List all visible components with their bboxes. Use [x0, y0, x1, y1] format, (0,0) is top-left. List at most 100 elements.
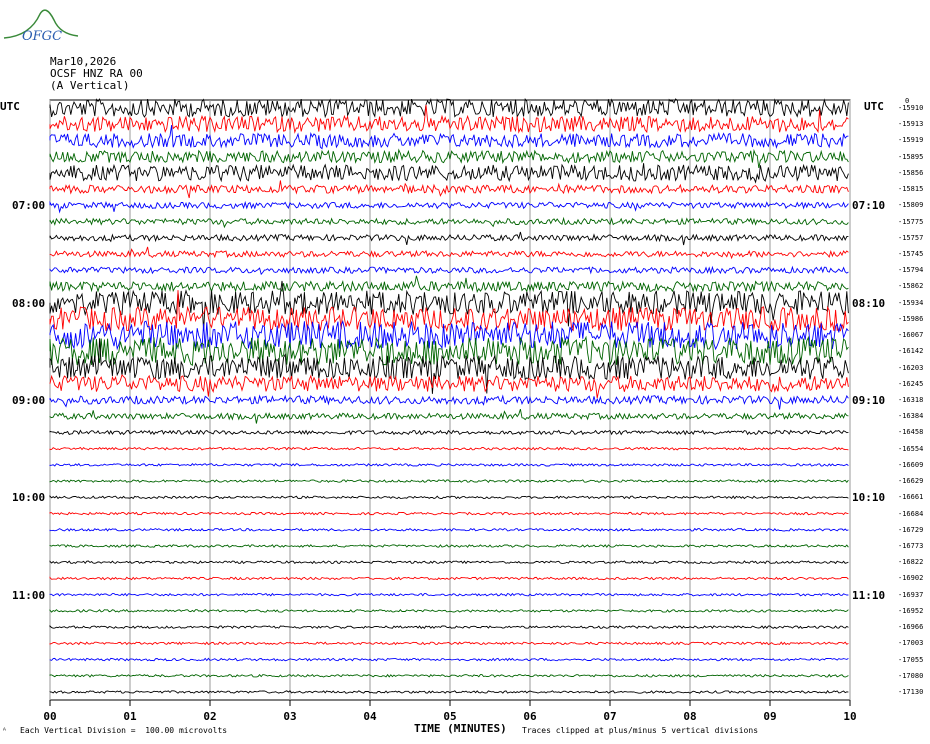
x-tick-label: 10: [843, 710, 857, 723]
seismic-trace: [49, 104, 849, 134]
seismic-trace: [49, 690, 849, 694]
trace-offset-label: -15815: [898, 185, 924, 194]
seismic-trace: [49, 462, 849, 467]
seismic-trace: [49, 394, 849, 410]
seismic-trace: [49, 673, 849, 678]
seismic-trace: [49, 592, 849, 597]
seismic-trace: [49, 446, 849, 451]
trace-offset-label: -17080: [898, 671, 924, 680]
trace-offset-label: -15913: [898, 120, 924, 129]
seismic-trace: [49, 657, 849, 662]
seismic-trace: [49, 320, 849, 351]
x-tick-label: 00: [43, 710, 57, 723]
seismic-trace: [49, 511, 849, 516]
trace-offset-label: -16067: [898, 331, 924, 340]
trace-offset-label: -16902: [898, 574, 924, 583]
x-tick-label: 04: [363, 710, 377, 723]
right-hour-label: 07:10: [852, 199, 886, 213]
left-hour-label: 09:00: [12, 394, 46, 407]
x-tick-label: 08: [683, 710, 697, 723]
seismic-trace: [49, 246, 849, 260]
seismic-trace: [49, 641, 849, 646]
plot-header: Mar10,2026 OCSF HNZ RA 00 (A Vertical): [50, 56, 143, 92]
seismic-trace: [49, 479, 849, 484]
x-tick-label: 03: [283, 710, 297, 723]
trace-offset-label: -17003: [898, 639, 924, 648]
ofgc-logo-icon: OFGC: [3, 9, 79, 44]
seismic-trace: [49, 265, 849, 276]
trace-offset-label: -15775: [898, 217, 924, 226]
trace-offset-label: -15895: [898, 152, 924, 161]
trace-offset-label: -15934: [898, 298, 924, 307]
trace-offset-label: -16554: [898, 444, 924, 453]
trace-offset-label: -15919: [898, 136, 924, 145]
logo-text: OFGC: [22, 29, 62, 44]
helicorder-plot: [49, 97, 851, 706]
trace-offset-label: -16952: [898, 606, 924, 615]
component-label: (A Vertical): [50, 79, 130, 92]
seismic-trace: [49, 163, 849, 184]
left-hour-label: 11:00: [12, 588, 46, 602]
trace-offset-label: -16937: [898, 590, 924, 599]
trace-offset-label: -16661: [898, 493, 924, 502]
trace-offset-label: -16609: [898, 460, 924, 469]
trace-offset-label: -15856: [898, 168, 924, 177]
trace-offset-label: -16629: [898, 477, 924, 486]
trace-offset-label: -16384: [898, 412, 924, 421]
left-hour-label: 08:00: [12, 296, 46, 310]
seismic-trace: [49, 408, 849, 424]
seismic-trace: [49, 180, 849, 199]
trace-offset-label: -16729: [898, 525, 924, 534]
trace-offset-label: -16203: [898, 363, 924, 372]
trace-offset-label: -15809: [898, 201, 924, 210]
trace-offset-label: -16966: [898, 623, 924, 632]
x-axis-title: TIME (MINUTES): [414, 722, 507, 735]
trace-offset-label: -16822: [898, 558, 924, 567]
trace-offset-label: -15862: [898, 282, 924, 291]
scale-note: Each Vertical Division = 100.00 microvol…: [20, 726, 228, 735]
x-tick-label: 02: [203, 710, 217, 723]
trace-offset-label: -15794: [898, 266, 924, 275]
seismic-trace: [49, 576, 849, 581]
clip-note: Traces clipped at plus/minus 5 vertical …: [522, 726, 759, 735]
seismic-trace: [49, 97, 849, 119]
utc-right-label: UTC: [864, 100, 884, 113]
seismic-trace: [49, 609, 849, 613]
trace-offset-label: -16142: [898, 347, 924, 356]
seismic-trace: [49, 560, 849, 565]
seismic-trace: [49, 275, 849, 293]
x-tick-label: 06: [523, 710, 537, 723]
seismic-trace: [49, 216, 849, 229]
right-hour-label: 08:10: [852, 296, 886, 310]
trace-offset-label: -15757: [898, 233, 924, 242]
trace-offset-label: -16318: [898, 396, 924, 404]
seismic-trace: [49, 429, 849, 436]
trace-offset-label: -16773: [898, 542, 924, 550]
trace-offset-label: -15986: [898, 314, 924, 323]
seismic-trace: [49, 544, 849, 548]
x-tick-label: 09: [763, 710, 777, 723]
x-tick-label: 07: [603, 710, 617, 723]
left-hour-label: 10:00: [12, 491, 46, 505]
left-hour-label: 07:00: [12, 199, 46, 213]
seismic-trace: [49, 527, 849, 532]
trace-offset-label: -15745: [898, 250, 924, 258]
trace-offset-label: -17055: [898, 655, 924, 664]
x-tick-label: 01: [123, 710, 137, 723]
footer-left-mark: ᴬ: [2, 726, 7, 735]
seismic-trace: [49, 374, 849, 399]
trace-offset-label: -17130: [898, 688, 924, 696]
right-hour-label: 09:10: [852, 394, 886, 407]
right-hour-label: 11:10: [852, 588, 886, 602]
seismic-trace: [49, 200, 849, 214]
right-hour-label: 10:10: [852, 491, 886, 505]
seismic-trace: [49, 494, 849, 500]
trace-offset-label: -16684: [898, 509, 924, 518]
seismic-trace: [49, 624, 849, 629]
trace-offset-label: -16245: [898, 379, 924, 388]
seismic-trace: [49, 148, 849, 168]
trace-offset-label: -16458: [898, 428, 924, 437]
seismic-trace: [49, 231, 849, 246]
trace-offset-label: -15910: [898, 104, 924, 112]
utc-left-label: UTC: [0, 100, 20, 113]
